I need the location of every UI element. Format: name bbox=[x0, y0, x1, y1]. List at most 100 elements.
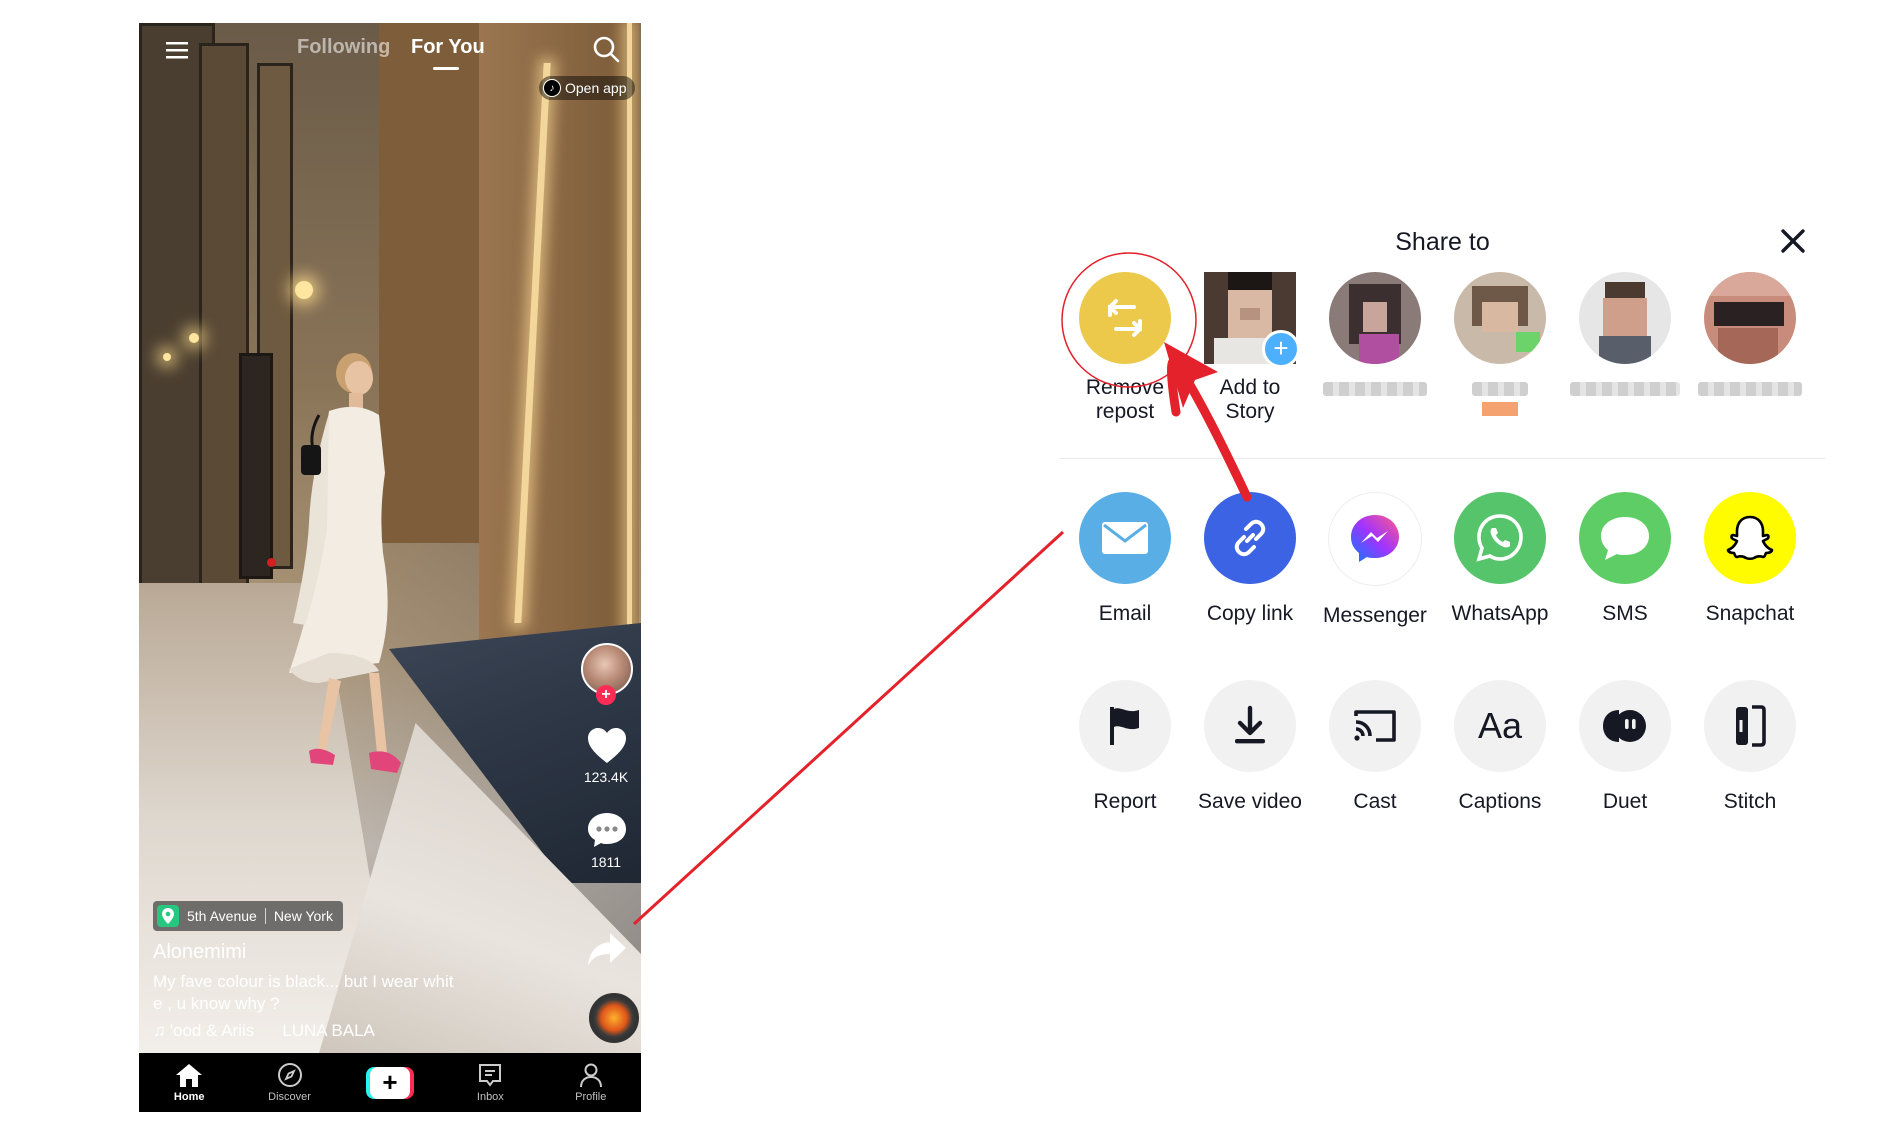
captions-icon: Aa bbox=[1454, 680, 1546, 772]
wall-panel-right bbox=[479, 23, 639, 643]
open-app-label: Open app bbox=[565, 80, 627, 96]
comment-count: 1811 bbox=[590, 854, 622, 870]
location-city: New York bbox=[273, 908, 333, 924]
stitch-icon bbox=[1704, 680, 1796, 772]
snapchat-icon bbox=[1704, 492, 1796, 584]
bottom-nav: Home Discover + Inbox Profile bbox=[139, 1053, 641, 1112]
share-whatsapp-button[interactable]: WhatsApp bbox=[1438, 492, 1562, 626]
stitch-button[interactable]: Stitch bbox=[1688, 680, 1812, 814]
nav-discover-label: Discover bbox=[268, 1091, 311, 1103]
comment-icon[interactable] bbox=[586, 811, 628, 849]
remove-repost-label-1: Remove bbox=[1085, 376, 1165, 399]
share-divider bbox=[1060, 458, 1825, 459]
music-title-b: LUNA BALA bbox=[282, 1021, 375, 1040]
nav-create[interactable]: + bbox=[350, 1066, 430, 1099]
tab-for-you[interactable]: For You bbox=[411, 36, 485, 59]
nav-home[interactable]: Home bbox=[149, 1062, 229, 1103]
duet-button[interactable]: Duet bbox=[1563, 680, 1687, 814]
contact-1-avatar bbox=[1329, 272, 1421, 364]
menu-icon[interactable] bbox=[164, 39, 190, 61]
cast-label: Cast bbox=[1353, 790, 1397, 813]
share-sms-button[interactable]: SMS bbox=[1563, 492, 1687, 626]
contact-1-name-blurred bbox=[1323, 382, 1427, 396]
nav-inbox[interactable]: Inbox bbox=[450, 1062, 530, 1103]
nav-home-label: Home bbox=[173, 1091, 205, 1103]
contact-3-avatar bbox=[1579, 272, 1671, 364]
music-ticker[interactable]: ♫ 'ood & Ariis LUNA BALA bbox=[153, 1021, 375, 1041]
share-copy-link-button[interactable]: Copy link bbox=[1188, 492, 1312, 626]
download-icon bbox=[1204, 680, 1296, 772]
location-tag[interactable]: 5th Avenue New York bbox=[153, 901, 343, 931]
lamp bbox=[295, 281, 313, 299]
captions-button[interactable]: Aa Captions bbox=[1438, 680, 1562, 814]
plus-icon: + bbox=[369, 1066, 410, 1099]
stitch-label: Stitch bbox=[1723, 790, 1777, 813]
tab-following[interactable]: Following bbox=[297, 36, 390, 59]
add-to-story-button[interactable]: + Add to Story bbox=[1188, 272, 1312, 424]
contact-3[interactable] bbox=[1563, 272, 1687, 396]
duet-label: Duet bbox=[1602, 790, 1648, 813]
compass-icon bbox=[277, 1063, 302, 1087]
add-story-label-1: Add to bbox=[1219, 376, 1281, 399]
caption-line-2: e , u know why ? bbox=[153, 994, 280, 1013]
caption-line-1: My fave colour is black... but I wear wh… bbox=[153, 972, 454, 991]
location-pin-icon bbox=[157, 905, 179, 927]
top-bar: Following For You bbox=[139, 23, 641, 83]
lamp bbox=[189, 333, 199, 343]
whatsapp-icon bbox=[1454, 492, 1546, 584]
share-snapchat-label: Snapchat bbox=[1705, 602, 1795, 625]
open-app-button[interactable]: ♪ Open app bbox=[539, 76, 635, 100]
share-snapchat-button[interactable]: Snapchat bbox=[1688, 492, 1812, 626]
report-button[interactable]: Report bbox=[1063, 680, 1187, 814]
email-icon bbox=[1079, 492, 1171, 584]
contact-4-avatar bbox=[1704, 272, 1796, 364]
nav-profile-label: Profile bbox=[575, 1091, 607, 1103]
contact-2-avatar bbox=[1454, 272, 1546, 364]
lamp bbox=[163, 353, 171, 361]
share-email-button[interactable]: Email bbox=[1063, 492, 1187, 626]
creator-username[interactable]: Alonemimi bbox=[153, 941, 246, 964]
share-messenger-button[interactable]: Messenger bbox=[1313, 492, 1437, 628]
video-caption: My fave colour is black... but I wear wh… bbox=[153, 971, 493, 1015]
remove-repost-button[interactable]: Remove repost bbox=[1063, 272, 1187, 424]
share-sms-label: SMS bbox=[1602, 602, 1648, 625]
contact-3-name-blurred bbox=[1570, 382, 1680, 396]
heart-icon[interactable] bbox=[586, 727, 628, 765]
captions-label: Captions bbox=[1458, 790, 1542, 813]
share-arrow-icon[interactable] bbox=[586, 931, 628, 969]
home-icon bbox=[176, 1064, 203, 1087]
create-plus-button[interactable]: + bbox=[365, 1066, 414, 1099]
report-label: Report bbox=[1093, 790, 1157, 813]
contact-4-name-blurred bbox=[1698, 382, 1802, 396]
music-disc-icon[interactable] bbox=[589, 993, 639, 1043]
nav-discover[interactable]: Discover bbox=[250, 1062, 330, 1103]
tiktok-logo-icon: ♪ bbox=[543, 79, 561, 97]
share-email-label: Email bbox=[1098, 602, 1152, 625]
cast-button[interactable]: Cast bbox=[1313, 680, 1437, 814]
close-icon[interactable] bbox=[1777, 225, 1809, 257]
share-copy-link-label: Copy link bbox=[1206, 602, 1294, 625]
nav-profile[interactable]: Profile bbox=[551, 1062, 631, 1103]
follow-plus-icon[interactable]: + bbox=[596, 685, 616, 705]
search-icon[interactable] bbox=[591, 34, 621, 64]
woman-figure bbox=[289, 353, 401, 773]
tiktok-phone-screen: Following For You ♪ Open app + 123.4K 18… bbox=[139, 23, 641, 1112]
add-story-label-2: Story bbox=[1225, 400, 1275, 423]
inbox-icon bbox=[479, 1064, 502, 1087]
profile-icon bbox=[579, 1063, 602, 1088]
messenger-icon bbox=[1328, 492, 1422, 586]
contact-2-name-blurred bbox=[1472, 382, 1528, 396]
nav-inbox-label: Inbox bbox=[476, 1091, 504, 1103]
contact-2-emoji-blurred bbox=[1482, 402, 1518, 416]
save-video-label: Save video bbox=[1198, 790, 1302, 813]
contact-2[interactable] bbox=[1438, 272, 1562, 416]
save-video-button[interactable]: Save video bbox=[1188, 680, 1312, 814]
share-sheet: Share to Remove repost + Add to Story Em… bbox=[1060, 210, 1825, 850]
connector-line bbox=[632, 530, 1065, 926]
video-frame[interactable] bbox=[139, 23, 641, 1053]
contact-4[interactable] bbox=[1688, 272, 1812, 396]
flag-icon bbox=[1079, 680, 1171, 772]
sms-icon bbox=[1579, 492, 1671, 584]
contact-1[interactable] bbox=[1313, 272, 1437, 396]
repost-icon bbox=[1079, 272, 1171, 364]
